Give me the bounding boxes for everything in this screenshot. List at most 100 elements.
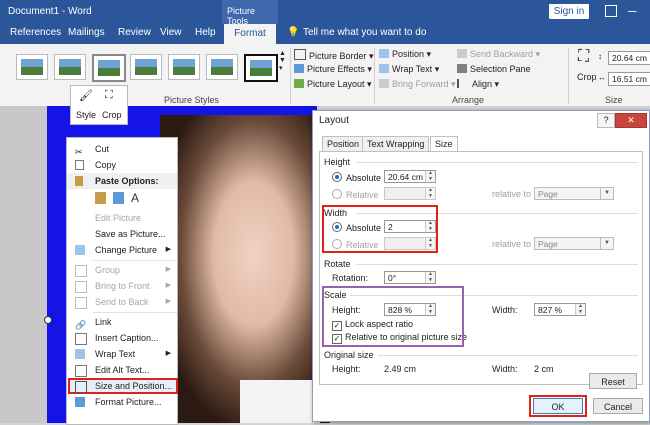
paste-keep-icon[interactable] [95,192,106,204]
original-width-value: 2 cm [534,364,554,374]
paste-picture-icon[interactable] [113,192,124,204]
mini-toolbar: 🖌 ⛶ Style Crop [70,85,128,125]
style-thumbnail[interactable] [16,54,48,80]
tab-review[interactable]: Review [118,27,151,38]
style-thumbnail[interactable] [130,54,162,80]
minimize-icon[interactable]: ─ [628,4,637,18]
paste-text-icon[interactable]: A [131,190,139,206]
width-relative-to-label: relative to [492,239,532,249]
crop-button[interactable]: Crop [577,72,597,82]
title-bar: Document1 - Word Picture Tools Sign in ─ [0,0,650,26]
picture-border-button[interactable]: Picture Border ▾ [294,49,374,62]
menu-item-wrap-text[interactable]: Wrap Text ▶ [67,346,177,362]
picture-tools-label: Picture Tools [227,6,256,26]
wrap-text-button[interactable]: Wrap Text ▾ [379,64,439,75]
tab-text-wrapping[interactable]: Text Wrapping [362,136,430,151]
format-picture-icon [75,397,85,407]
tab-mailings[interactable]: Mailings [68,27,105,38]
cancel-button[interactable]: Cancel [593,398,643,414]
spinner-icon: ▲ ▼ [425,170,435,182]
send-backward-button[interactable]: Send Backward ▾ [457,49,540,60]
rotation-label: Rotation: [332,273,369,283]
style-thumbnail[interactable] [92,54,126,82]
height-relative-to-select[interactable]: Page ▼ [534,187,614,200]
reset-button[interactable]: Reset [589,373,637,389]
mini-style-button[interactable]: Style [76,110,96,120]
picture-styles-group-label: Picture Styles [164,95,220,105]
height-relative-radio[interactable]: Relative [332,189,379,200]
height-absolute-radio[interactable]: Absolute [332,172,381,183]
crop-icon[interactable]: ⛶ [105,89,113,102]
shape-height-input[interactable]: 20.64 cm [608,51,650,65]
position-button[interactable]: Position ▾ [379,49,431,60]
submenu-arrow-icon: ▶ [165,246,171,253]
chevron-down-icon: ▼ [600,238,613,249]
picture-layout-button[interactable]: Picture Layout ▾ [294,79,372,90]
sign-in-button[interactable]: Sign in [549,4,589,19]
width-relative-to-select[interactable]: Page ▼ [534,237,614,250]
original-height-label: Height: [332,364,361,374]
tab-references[interactable]: References [10,27,61,38]
tab-help[interactable]: Help [195,27,216,38]
rotation-input[interactable]: 0° ▲ ▼ [384,271,436,284]
border-icon [294,49,306,60]
menu-item-send-to-back[interactable]: Send to Back ▶ [67,294,177,310]
arrange-group-label: Arrange [452,95,485,105]
style-thumbnail[interactable] [168,54,200,80]
scale-width-input[interactable]: 827 % ▲ ▼ [534,303,586,316]
style-icon[interactable]: 🖌 [79,89,93,102]
tab-size[interactable]: Size [430,136,458,152]
menu-item-group[interactable]: Group ▶ [67,262,177,278]
submenu-arrow-icon: ▶ [165,282,171,289]
paste-options-header: Paste Options: [67,173,177,189]
menu-item-bring-to-front[interactable]: Bring to Front ▶ [67,278,177,294]
height-absolute-input[interactable]: 20.64 cm ▲ ▼ [384,170,436,183]
selection-pane-button[interactable]: Selection Pane [457,64,531,74]
picture-tools-context: Picture Tools [222,0,278,26]
width-icon: ↔ [598,73,606,82]
menu-item-format-picture[interactable]: Format Picture... [67,394,177,410]
style-thumbnail[interactable] [54,54,86,80]
shape-width-input[interactable]: 16.51 cm [608,72,650,86]
menu-item-copy[interactable]: Copy [67,157,177,173]
paste-buttons: A [67,190,177,208]
effects-icon [294,64,304,73]
crop-icon[interactable]: ⛶ [578,48,589,66]
tab-position[interactable]: Position [322,136,365,151]
menu-item-insert-caption[interactable]: Insert Caption... [67,330,177,346]
style-thumbnail[interactable] [244,54,278,82]
original-height-value: 2.49 cm [384,364,417,374]
tab-view[interactable]: View [160,27,182,38]
close-button[interactable]: ✕ [615,113,647,128]
gallery-scroll-icon[interactable]: ▲ ▼ ▾ [279,50,286,72]
menu-item-cut[interactable]: ✂ Cut [67,141,177,157]
menu-item-link[interactable]: 🔗 Link [67,314,177,330]
send-to-back-icon [75,297,87,309]
align-button[interactable]: Align ▾ [457,79,499,90]
menu-item-size-and-position[interactable]: Size and Position... [67,378,177,394]
picture-effects-button[interactable]: Picture Effects ▾ [294,64,372,75]
position-icon [379,49,389,58]
mini-crop-button[interactable]: Crop [102,110,122,120]
resize-handle[interactable] [44,316,52,324]
submenu-arrow-icon: ▶ [165,350,171,357]
tab-format[interactable]: Format [224,24,276,44]
restore-window-icon[interactable] [605,5,617,17]
height-relative-input[interactable]: ▲ ▼ [384,187,436,200]
scissors-icon: ✂ [75,147,83,157]
menu-item-edit-picture[interactable]: Edit Picture [67,210,177,226]
style-thumbnail[interactable] [206,54,238,80]
copy-icon [75,160,84,170]
context-menu: ✂ Cut Copy Paste Options: A Edit Picture … [66,137,178,425]
help-button[interactable]: ? [597,113,615,128]
tell-me-search[interactable]: Tell me what you want to do [303,27,426,38]
align-icon [457,79,469,88]
spinner-icon: ▲ ▼ [425,271,435,283]
menu-item-edit-alt-text[interactable]: Edit Alt Text... [67,362,177,378]
submenu-arrow-icon: ▶ [165,266,171,273]
submenu-arrow-icon: ▶ [165,298,171,305]
bring-forward-button[interactable]: Bring Forward ▾ [379,79,456,90]
menu-item-change-picture[interactable]: Change Picture ▶ [67,242,177,258]
ok-button[interactable]: OK [533,398,583,414]
menu-item-save-as-picture[interactable]: Save as Picture... [67,226,177,242]
